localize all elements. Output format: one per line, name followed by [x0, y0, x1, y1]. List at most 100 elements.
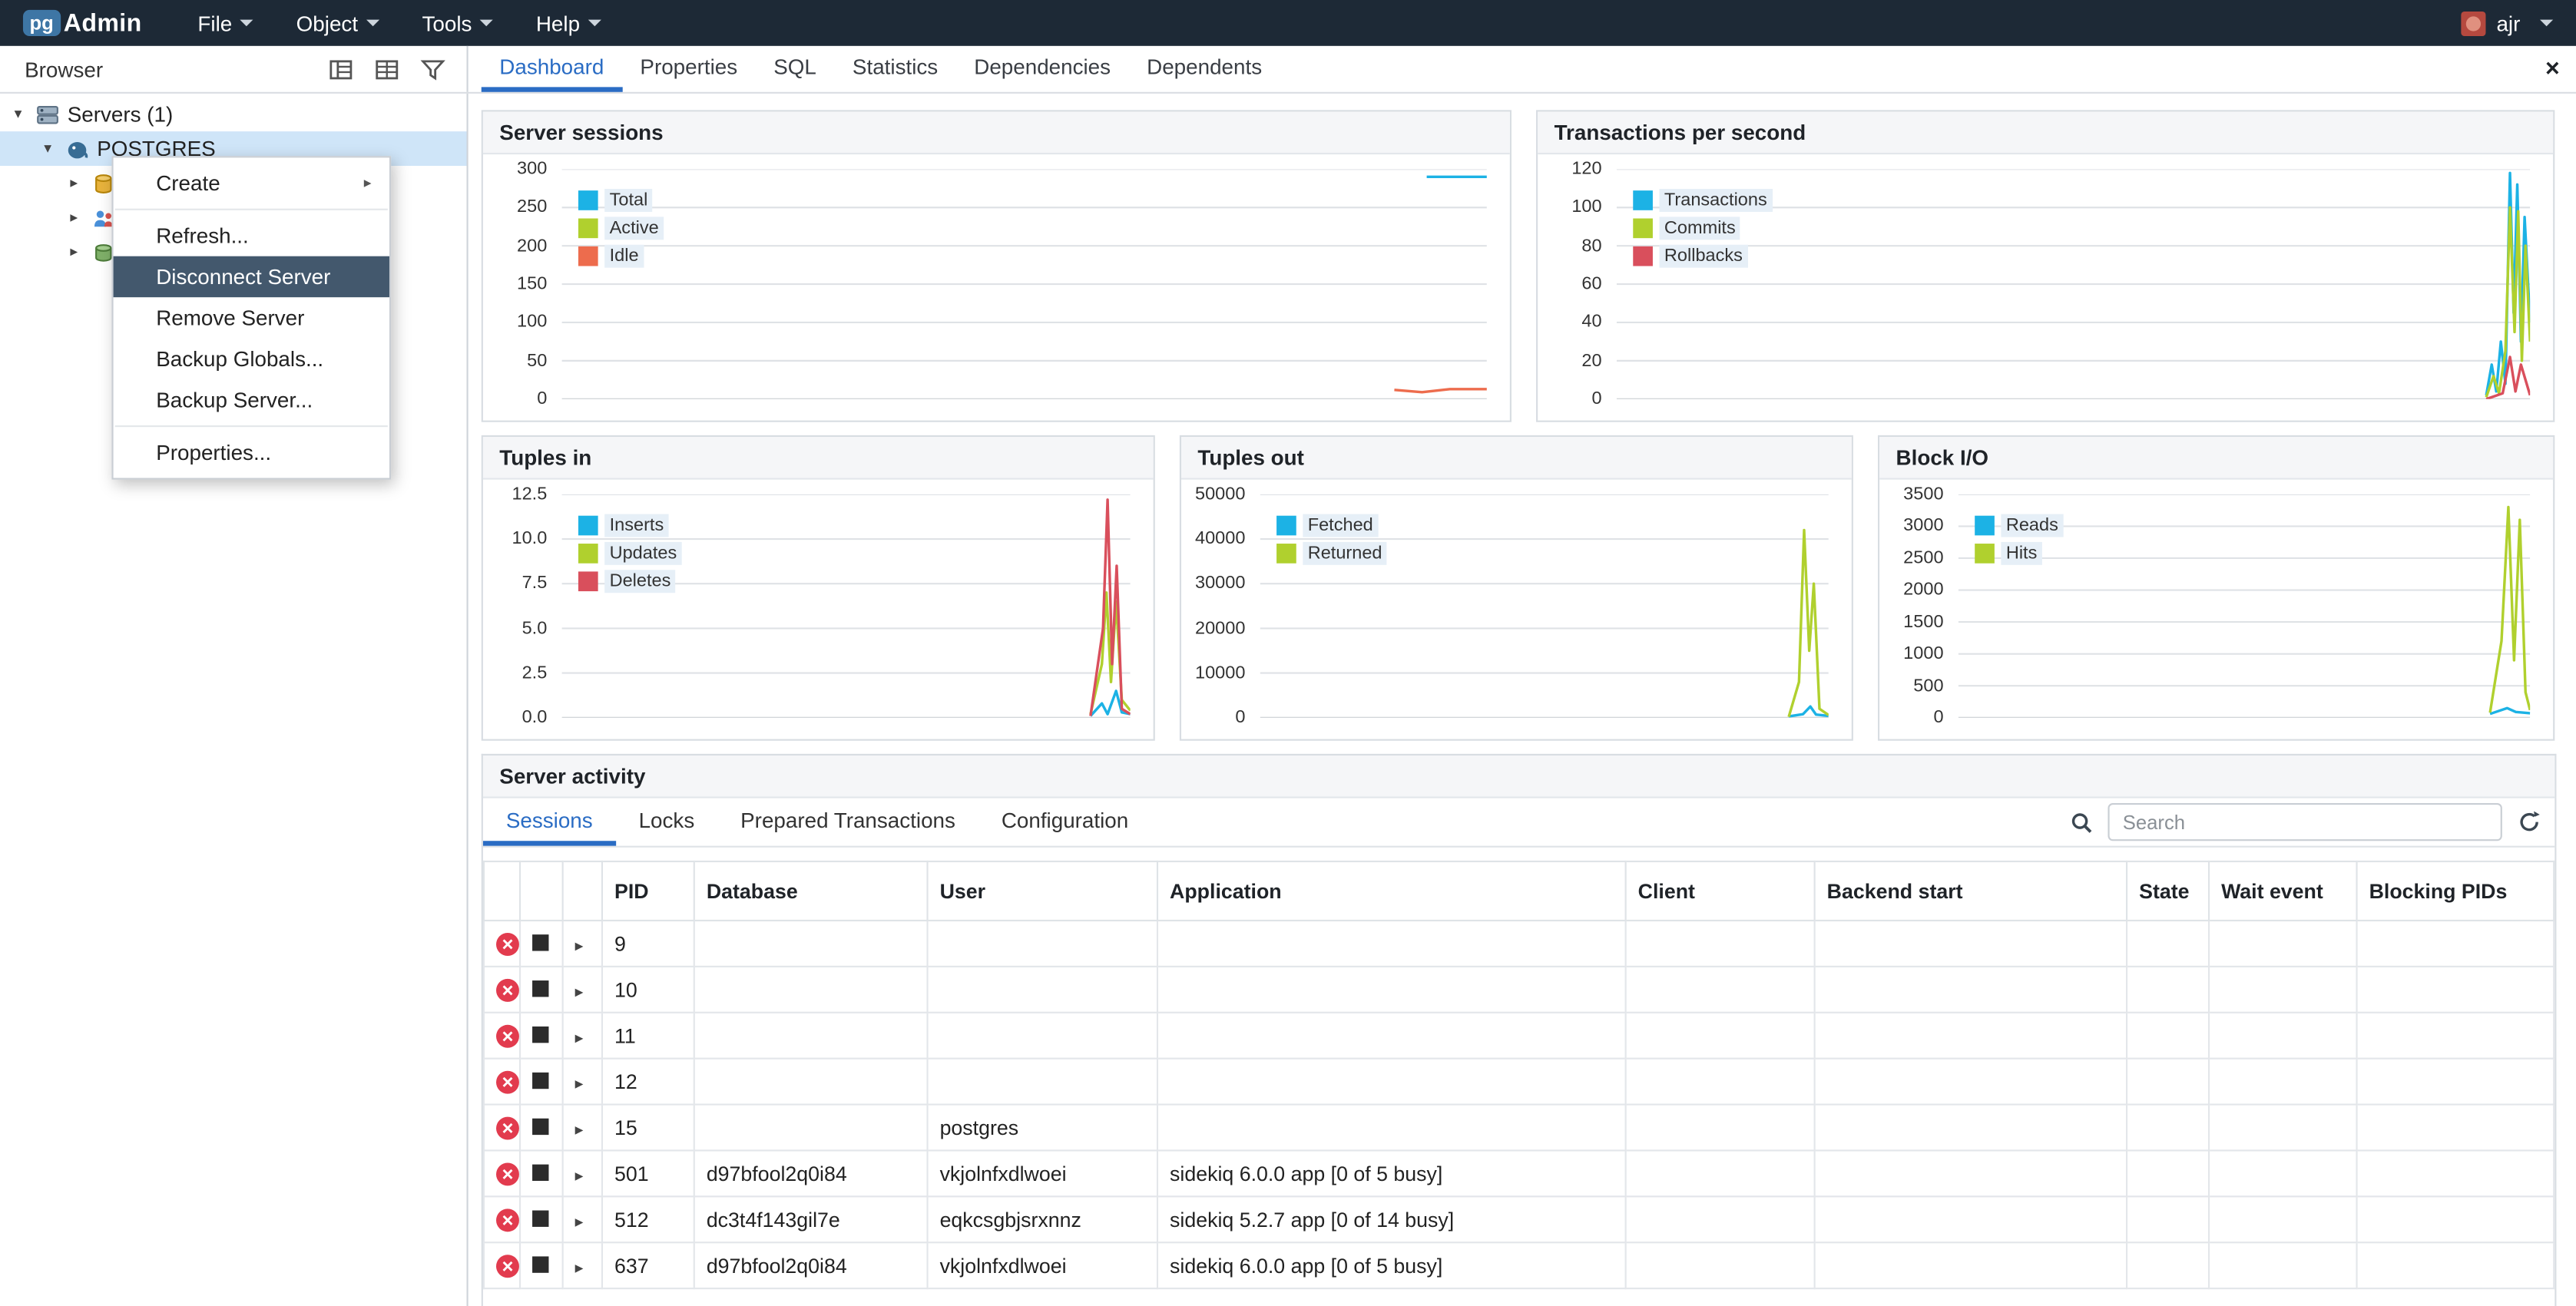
cell-user: [928, 1059, 1157, 1105]
legend-label: Inserts: [604, 514, 668, 537]
context-menu-item-backup-server[interactable]: Backup Server...: [114, 379, 389, 420]
tab-statistics[interactable]: Statistics: [834, 46, 955, 92]
cell-pid: 637: [602, 1242, 694, 1288]
cell-database: [694, 921, 928, 967]
cell-state: [2127, 1013, 2209, 1059]
activity-tab-prepared-transactions[interactable]: Prepared Transactions: [717, 798, 978, 846]
cell-application: [1157, 967, 1626, 1013]
chevron-right-icon[interactable]: ▸: [66, 209, 82, 227]
cell-pid: 512: [602, 1196, 694, 1242]
terminate-session-icon[interactable]: ×: [496, 932, 519, 955]
cell-application: sidekiq 6.0.0 app [0 of 5 busy]: [1157, 1150, 1626, 1196]
user-menu[interactable]: ajr: [2460, 11, 2553, 35]
sessions-table-wrap: PIDDatabaseUserApplicationClientBackend …: [483, 861, 2554, 1289]
chevron-down-icon[interactable]: ▾: [39, 140, 55, 158]
expand-row-icon[interactable]: ▸: [575, 1259, 584, 1278]
tab-dependencies[interactable]: Dependencies: [956, 46, 1129, 92]
cancel-query-icon[interactable]: [532, 1209, 548, 1225]
filter-icon[interactable]: [419, 55, 446, 83]
expand-row-icon[interactable]: ▸: [575, 1167, 584, 1185]
y-axis: 01000020000300004000050000: [1181, 494, 1260, 718]
cancel-query-icon[interactable]: [532, 1164, 548, 1180]
column-header-application: Application: [1157, 861, 1626, 921]
context-menu-item-create[interactable]: Create▸: [114, 163, 389, 203]
terminate-session-icon[interactable]: ×: [496, 1208, 519, 1231]
cancel-query-icon[interactable]: [532, 1026, 548, 1042]
cancel-query-icon[interactable]: [532, 1072, 548, 1088]
cell-database: [694, 967, 928, 1013]
chart-plot: InsertsUpdatesDeletes: [562, 494, 1131, 718]
expand-row-icon[interactable]: ▸: [575, 937, 584, 955]
grid-view-icon[interactable]: [373, 55, 401, 83]
legend-swatch: [578, 219, 598, 239]
expand-row-icon[interactable]: ▸: [575, 1029, 584, 1047]
cancel-query-icon[interactable]: [532, 1118, 548, 1134]
activity-tab-sessions[interactable]: Sessions: [483, 798, 616, 846]
cell-user: vkjolnfxdlwoei: [928, 1242, 1157, 1288]
menu-tools[interactable]: Tools: [422, 11, 493, 35]
refresh-icon[interactable]: [2517, 810, 2541, 835]
legend-label: Total: [604, 189, 653, 212]
y-tick-label: 20000: [1195, 619, 1245, 639]
cancel-query-icon[interactable]: [532, 980, 548, 996]
y-tick-label: 50: [527, 351, 547, 371]
tab-properties[interactable]: Properties: [622, 46, 756, 92]
menu-file[interactable]: File: [197, 11, 253, 35]
search-input[interactable]: [2107, 803, 2502, 841]
column-header-icon: [520, 861, 563, 921]
expand-row-icon[interactable]: ▸: [575, 983, 584, 1001]
menu-help[interactable]: Help: [536, 11, 601, 35]
cell-backend-start: [1815, 967, 2127, 1013]
context-menu-item-properties[interactable]: Properties...: [114, 432, 389, 473]
dashboard: Server sessions 050100150200250300 Total…: [469, 94, 2576, 1306]
expand-row-icon[interactable]: ▸: [575, 1121, 584, 1139]
y-tick-label: 300: [517, 159, 547, 179]
cell-application: [1157, 1105, 1626, 1151]
context-menu-item-remove-server[interactable]: Remove Server: [114, 297, 389, 338]
cancel-query-icon[interactable]: [532, 934, 548, 950]
column-header-state: State: [2127, 861, 2209, 921]
chevron-down-icon[interactable]: ▾: [10, 105, 26, 124]
legend-item-reads: Reads: [1975, 514, 2063, 537]
cell-blocking-pids: [2357, 1150, 2554, 1196]
legend-item-deletes: Deletes: [578, 570, 682, 593]
cell-database: [694, 1105, 928, 1151]
menu-object[interactable]: Object: [296, 11, 379, 35]
cell-database: d97bfool2q0i84: [694, 1150, 928, 1196]
y-tick-label: 100: [517, 312, 547, 332]
expand-row-icon[interactable]: ▸: [575, 1075, 584, 1093]
terminate-session-icon[interactable]: ×: [496, 1070, 519, 1093]
terminate-session-icon[interactable]: ×: [496, 1162, 519, 1185]
tab-dashboard[interactable]: Dashboard: [482, 46, 622, 92]
terminate-session-icon[interactable]: ×: [496, 1024, 519, 1047]
cell-application: sidekiq 5.2.7 app [0 of 14 busy]: [1157, 1196, 1626, 1242]
close-icon[interactable]: ×: [2545, 57, 2560, 81]
cell-blocking-pids: [2357, 1242, 2554, 1288]
expand-row-icon[interactable]: ▸: [575, 1213, 584, 1232]
context-menu-item-refresh[interactable]: Refresh...: [114, 215, 389, 256]
activity-tab-configuration[interactable]: Configuration: [978, 798, 1151, 846]
context-menu-item-disconnect-server[interactable]: Disconnect Server: [114, 256, 389, 297]
chevron-right-icon[interactable]: ▸: [66, 243, 82, 262]
y-axis: 020406080100120: [1538, 169, 1617, 398]
y-tick-label: 0.0: [522, 708, 548, 728]
terminate-session-icon[interactable]: ×: [496, 978, 519, 1001]
table-header-row: PIDDatabaseUserApplicationClientBackend …: [484, 861, 2554, 921]
block-io-panel: Block I/O 0500100015002000250030003500 R…: [1878, 435, 2554, 741]
cancel-query-icon[interactable]: [532, 1255, 548, 1271]
context-menu-item-backup-globals[interactable]: Backup Globals...: [114, 339, 389, 379]
y-tick-label: 1500: [1903, 612, 1943, 632]
tab-dependents[interactable]: Dependents: [1129, 46, 1280, 92]
panel-layout-icon[interactable]: [327, 55, 355, 83]
tab-sql[interactable]: SQL: [756, 46, 835, 92]
terminate-session-icon[interactable]: ×: [496, 1116, 519, 1139]
legend-item-rollbacks: Rollbacks: [1633, 245, 1772, 268]
cell-client: [1626, 1242, 1815, 1288]
activity-tab-locks[interactable]: Locks: [616, 798, 718, 846]
legend-swatch: [1276, 544, 1296, 564]
chevron-right-icon[interactable]: ▸: [66, 174, 82, 193]
y-tick-label: 30000: [1195, 574, 1245, 593]
tab-bar: DashboardPropertiesSQLStatisticsDependen…: [469, 46, 2576, 92]
tree-item-servers[interactable]: ▾ Servers (1): [0, 97, 467, 131]
terminate-session-icon[interactable]: ×: [496, 1254, 519, 1277]
